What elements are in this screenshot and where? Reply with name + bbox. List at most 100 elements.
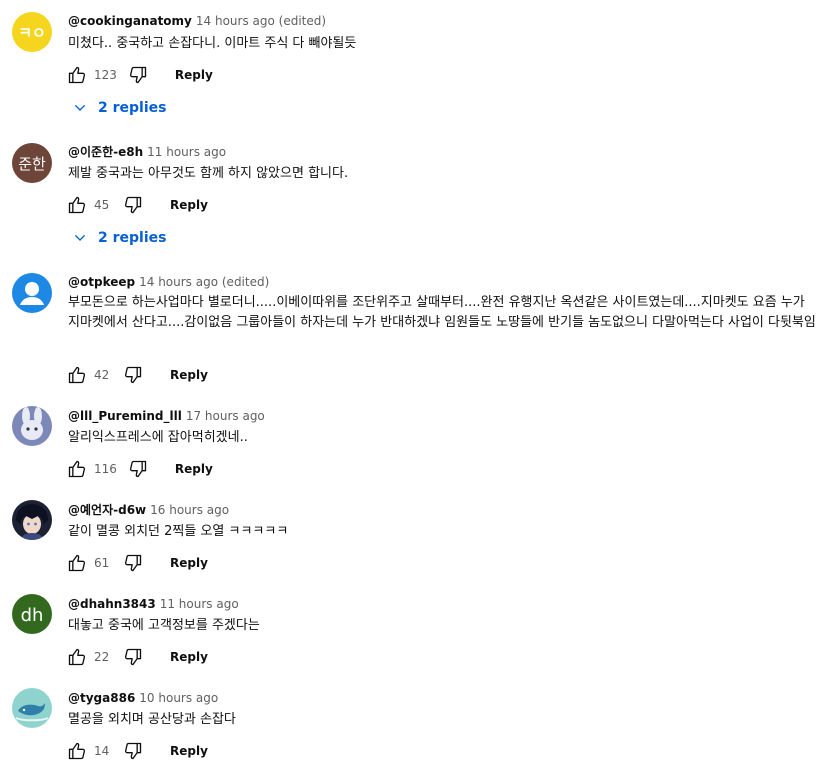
rabbit-character-icon (21, 407, 43, 440)
avatar[interactable] (12, 406, 52, 446)
thumbs-down-icon (129, 66, 147, 84)
thumbs-up-icon (68, 366, 86, 384)
like-count: 61 (94, 556, 110, 570)
channel-logo-icon: ㅋㅇ (18, 24, 46, 42)
like-button[interactable] (66, 552, 88, 574)
avatar[interactable] (12, 500, 52, 540)
comment-actions: 22 Reply (66, 645, 208, 669)
like-button[interactable] (66, 646, 88, 668)
replies-label: 2 replies (98, 100, 167, 116)
author-name[interactable]: @otpkeep (68, 275, 135, 289)
avatar[interactable]: dh (12, 594, 52, 634)
comment-actions: 14 Reply (66, 739, 208, 763)
thumbs-down-icon (129, 460, 147, 478)
comment-actions: 42 Reply (66, 363, 208, 387)
view-replies-button[interactable]: 2 replies (72, 97, 166, 119)
dislike-button[interactable] (127, 64, 149, 86)
thumbs-down-icon (124, 366, 142, 384)
like-button[interactable] (66, 64, 88, 86)
avatar[interactable]: 준한 (12, 143, 52, 183)
thumbs-up-icon (68, 648, 86, 666)
comment-header: @otpkeep 14 hours ago (edited) (68, 274, 269, 290)
default-profile-icon (20, 282, 44, 305)
comment-header: @예언자-d6w 16 hours ago (68, 502, 229, 518)
comment-time[interactable]: 11 hours ago (160, 597, 239, 611)
dislike-button[interactable] (122, 646, 144, 668)
thumbs-up-icon (68, 554, 86, 572)
like-count: 42 (94, 368, 110, 382)
replies-label: 2 replies (98, 230, 167, 246)
dislike-button[interactable] (122, 740, 144, 762)
like-count: 116 (94, 462, 117, 476)
svg-text:dh: dh (21, 605, 44, 626)
dislike-button[interactable] (122, 194, 144, 216)
comment-time[interactable]: 14 hours ago (edited) (139, 275, 269, 289)
avatar[interactable] (12, 688, 52, 728)
avatar[interactable] (12, 273, 52, 313)
anime-character-icon (16, 504, 48, 540)
whale-icon (15, 703, 49, 722)
comment-time[interactable]: 17 hours ago (186, 409, 265, 423)
reply-button[interactable]: Reply (170, 744, 208, 758)
reply-button[interactable]: Reply (170, 556, 208, 570)
thumbs-down-icon (124, 554, 142, 572)
comment-time[interactable]: 10 hours ago (139, 691, 218, 705)
author-name[interactable]: @예언자-d6w (68, 503, 146, 517)
comment-text: 부모돈으로 하는사업마다 별로더니.....이베이따위를 조단위주고 살때부터.… (68, 295, 816, 330)
like-count: 22 (94, 650, 110, 664)
thumbs-down-icon (124, 742, 142, 760)
like-button[interactable] (66, 364, 88, 386)
like-count: 123 (94, 68, 117, 82)
comment-actions: 123 Reply (66, 63, 213, 87)
comment-text: 미쳤다.. 중국하고 손잡다니. 이마트 주식 다 빼야될듯 (68, 36, 357, 51)
chevron-down-icon (74, 234, 86, 241)
thumbs-down-icon (124, 648, 142, 666)
author-name[interactable]: @tyga886 (68, 691, 135, 705)
avatar[interactable]: ㅋㅇ (12, 12, 52, 52)
dislike-button[interactable] (122, 364, 144, 386)
comment-time[interactable]: 14 hours ago (edited) (196, 14, 326, 28)
reply-button[interactable]: Reply (170, 368, 208, 382)
comment-time[interactable]: 16 hours ago (150, 503, 229, 517)
comment-text: 대놓고 중국에 고객정보를 주겠다는 (68, 618, 260, 633)
comment-header: @dhahn3843 11 hours ago (68, 596, 239, 612)
comment-actions: 61 Reply (66, 551, 208, 575)
view-replies-button[interactable]: 2 replies (72, 227, 166, 249)
comment-text: 멸공을 외치며 공산당과 손잡다 (68, 712, 236, 727)
initials-avatar-icon: 준한 (18, 155, 46, 173)
reply-button[interactable]: Reply (170, 650, 208, 664)
reply-button[interactable]: Reply (175, 462, 213, 476)
thumbs-up-icon (68, 460, 86, 478)
comment-actions: 116 Reply (66, 457, 213, 481)
like-button[interactable] (66, 194, 88, 216)
svg-text:준한: 준한 (18, 155, 46, 173)
comment-header: @tyga886 10 hours ago (68, 690, 218, 706)
dislike-button[interactable] (122, 552, 144, 574)
author-name[interactable]: @dhahn3843 (68, 597, 156, 611)
author-name[interactable]: @cookinganatomy (68, 14, 192, 28)
like-count: 45 (94, 198, 110, 212)
svg-text:ㅋㅇ: ㅋㅇ (18, 24, 46, 42)
comment-header: @이준한-e8h 11 hours ago (68, 144, 226, 160)
thumbs-up-icon (68, 196, 86, 214)
like-count: 14 (94, 744, 110, 758)
comment-header: @cookinganatomy 14 hours ago (edited) (68, 13, 326, 29)
initials-avatar-icon: dh (21, 605, 44, 626)
thumbs-up-icon (68, 66, 86, 84)
like-button[interactable] (66, 740, 88, 762)
reply-button[interactable]: Reply (175, 68, 213, 82)
chevron-down-icon (74, 104, 86, 111)
comment-text: 알리익스프레스에 잡아먹히겠네.. (68, 430, 248, 445)
comment-header: @lll_Puremind_lll 17 hours ago (68, 408, 265, 424)
dislike-button[interactable] (127, 458, 149, 480)
like-button[interactable] (66, 458, 88, 480)
reply-button[interactable]: Reply (170, 198, 208, 212)
thumbs-down-icon (124, 196, 142, 214)
comment-actions: 45 Reply (66, 193, 208, 217)
comment-text: 같이 멸콩 외치던 2찍들 오열 ㅋㅋㅋㅋㅋ (68, 524, 289, 539)
author-name[interactable]: @이준한-e8h (68, 145, 143, 159)
author-name[interactable]: @lll_Puremind_lll (68, 409, 182, 423)
thumbs-up-icon (68, 742, 86, 760)
comment-text: 제발 중국과는 아무것도 함께 하지 않았으면 합니다. (68, 166, 349, 181)
comment-time[interactable]: 11 hours ago (147, 145, 226, 159)
